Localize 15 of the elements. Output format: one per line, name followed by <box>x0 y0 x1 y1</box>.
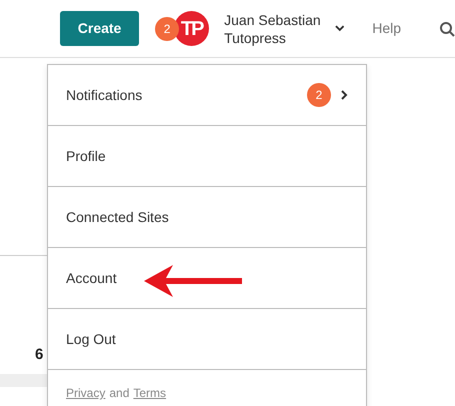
terms-link[interactable]: Terms <box>133 384 166 402</box>
create-button[interactable]: Create <box>60 11 140 46</box>
privacy-link[interactable]: Privacy <box>66 384 106 402</box>
user-name: Tutopress <box>224 28 287 46</box>
notification-badge: 2 <box>155 16 180 40</box>
menu-item[interactable]: Connected Sites <box>48 187 366 248</box>
menu-item[interactable]: Notifications 2 <box>48 65 366 126</box>
value-text: 6 <box>35 346 44 364</box>
user-name: Juan Sebastian <box>224 10 321 28</box>
notification-badge: 2 <box>307 83 331 107</box>
menu-item[interactable]: Profile <box>48 126 366 187</box>
avatar[interactable]: TP <box>174 11 210 46</box>
menu-item[interactable]: Log Out <box>48 309 366 370</box>
help-link[interactable]: Help <box>372 18 401 39</box>
and-text: and <box>109 385 130 402</box>
